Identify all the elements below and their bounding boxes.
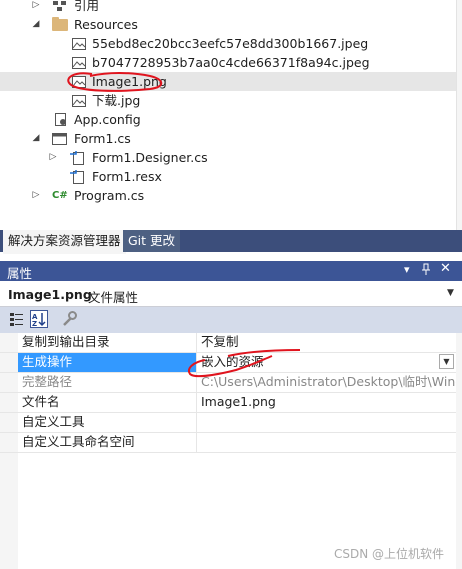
solution-explorer-tree: ▷ 引用 ◢ Resources 55ebd8ec20bcc3eefc57e8d… <box>0 0 456 230</box>
tree-item-image-file[interactable]: b7047728953b7aa0c4cde66371f8a94c.jpeg <box>0 53 456 72</box>
tree-item-label: Form1.resx <box>92 169 162 184</box>
pin-icon[interactable] <box>421 263 431 278</box>
tree-item-app-config[interactable]: App.config <box>0 110 456 129</box>
property-row[interactable]: 复制到输出目录 不复制 <box>0 333 456 353</box>
expand-arrow-icon[interactable]: ▷ <box>31 0 41 15</box>
tree-item-label: Form1.cs <box>74 131 131 146</box>
chevron-down-icon[interactable]: ▼ <box>447 288 454 298</box>
property-name: 完整路径 <box>22 374 73 389</box>
tree-item-label: Form1.Designer.cs <box>92 150 208 165</box>
property-value[interactable] <box>196 433 456 452</box>
svg-text:Z: Z <box>32 320 37 327</box>
properties-toolbar: AZ <box>0 307 462 333</box>
image-file-icon <box>72 38 86 50</box>
expand-arrow-icon[interactable]: ▷ <box>48 148 58 167</box>
tree-item-label: b7047728953b7aa0c4cde66371f8a94c.jpeg <box>92 55 370 70</box>
tree-item-image1-png-selected[interactable]: Image1.png <box>0 72 456 91</box>
tree-item-label: Resources <box>74 17 138 32</box>
csharp-file-icon: C# <box>52 190 68 201</box>
property-value[interactable] <box>196 413 456 432</box>
properties-scrollbar[interactable] <box>456 333 462 569</box>
properties-object-selector[interactable]: Image1.png 文件属性 ▼ <box>0 283 462 307</box>
property-row[interactable]: 自定义工具命名空间 <box>0 433 456 453</box>
chevron-down-icon[interactable]: ▼ <box>439 354 454 369</box>
dropdown-arrow-icon[interactable]: ▾ <box>404 263 410 276</box>
property-row[interactable]: 文件名 Image1.png <box>0 393 456 413</box>
property-pages-wrench-icon[interactable] <box>60 310 78 328</box>
tree-item-image-file[interactable]: 下载.jpg <box>0 91 456 110</box>
property-row[interactable]: 自定义工具 <box>0 413 456 433</box>
tree-item-program-cs[interactable]: ▷ C# Program.cs <box>0 186 456 205</box>
image-file-icon <box>72 95 86 107</box>
property-name: 复制到输出目录 <box>22 334 110 349</box>
config-file-icon <box>54 113 70 126</box>
tree-item-label: 引用 <box>74 0 100 13</box>
tree-scrollbar[interactable] <box>456 0 462 230</box>
collapse-arrow-icon[interactable]: ◢ <box>31 129 41 148</box>
tree-item-label: App.config <box>74 112 141 127</box>
categorized-icon[interactable] <box>8 310 26 328</box>
tree-item-image-file[interactable]: 55ebd8ec20bcc3eefc57e8dd300b1667.jpeg <box>0 34 456 53</box>
watermark: CSDN @上位机软件 <box>334 547 445 561</box>
properties-grid: 复制到输出目录 不复制 生成操作 嵌入的资源 ▼ 完整路径 C:\Users\A… <box>0 333 456 453</box>
property-value-text: 嵌入的资源 <box>201 354 264 369</box>
property-value: C:\Users\Administrator\Desktop\临时\Windo <box>196 373 456 392</box>
tree-item-form1-resx[interactable]: Form1.resx <box>0 167 456 186</box>
property-name: 自定义工具 <box>22 414 85 429</box>
cs-file-icon <box>70 151 86 165</box>
property-value[interactable]: 不复制 <box>196 333 456 352</box>
property-row[interactable]: 完整路径 C:\Users\Administrator\Desktop\临时\W… <box>0 373 456 393</box>
property-name: 自定义工具命名空间 <box>22 434 135 449</box>
tree-item-resources-folder[interactable]: ◢ Resources <box>0 15 456 34</box>
form-file-icon <box>52 132 68 145</box>
tab-solution-explorer[interactable]: 解决方案资源管理器 <box>3 230 126 254</box>
tool-window-tab-strip: 解决方案资源管理器 Git 更改 <box>0 230 462 254</box>
tree-item-form1-designer[interactable]: ▷ Form1.Designer.cs <box>0 148 456 167</box>
collapse-arrow-icon[interactable]: ◢ <box>31 15 41 34</box>
close-icon[interactable]: ✕ <box>440 261 451 276</box>
selected-object-type: 文件属性 <box>88 290 139 305</box>
expand-arrow-icon[interactable]: ▷ <box>31 186 41 205</box>
references-icon <box>52 0 68 12</box>
tree-item-label: Program.cs <box>74 188 145 203</box>
property-value[interactable]: Image1.png <box>196 393 456 412</box>
property-value-build-action[interactable]: 嵌入的资源 ▼ <box>196 353 456 372</box>
tree-item-label: 55ebd8ec20bcc3eefc57e8dd300b1667.jpeg <box>92 36 369 51</box>
property-name: 生成操作 <box>18 353 196 372</box>
tab-git-changes[interactable]: Git 更改 <box>123 230 181 252</box>
properties-header: 属性 ▾ ✕ <box>0 261 462 281</box>
tree-item-label: Image1.png <box>92 74 167 89</box>
tree-item-label: 下载.jpg <box>92 93 141 108</box>
property-row-selected[interactable]: 生成操作 嵌入的资源 ▼ <box>0 353 456 373</box>
image-file-icon <box>72 76 86 88</box>
alphabetical-sort-icon[interactable]: AZ <box>30 310 48 328</box>
resx-file-icon <box>70 170 86 184</box>
folder-icon <box>52 17 68 31</box>
image-file-icon <box>72 57 86 69</box>
property-name: 文件名 <box>22 394 60 409</box>
tree-item-form1-cs[interactable]: ◢ Form1.cs <box>0 129 456 148</box>
selected-object-name: Image1.png <box>8 287 92 302</box>
tree-item-references[interactable]: ▷ 引用 <box>0 0 456 15</box>
properties-title: 属性 <box>7 266 33 281</box>
